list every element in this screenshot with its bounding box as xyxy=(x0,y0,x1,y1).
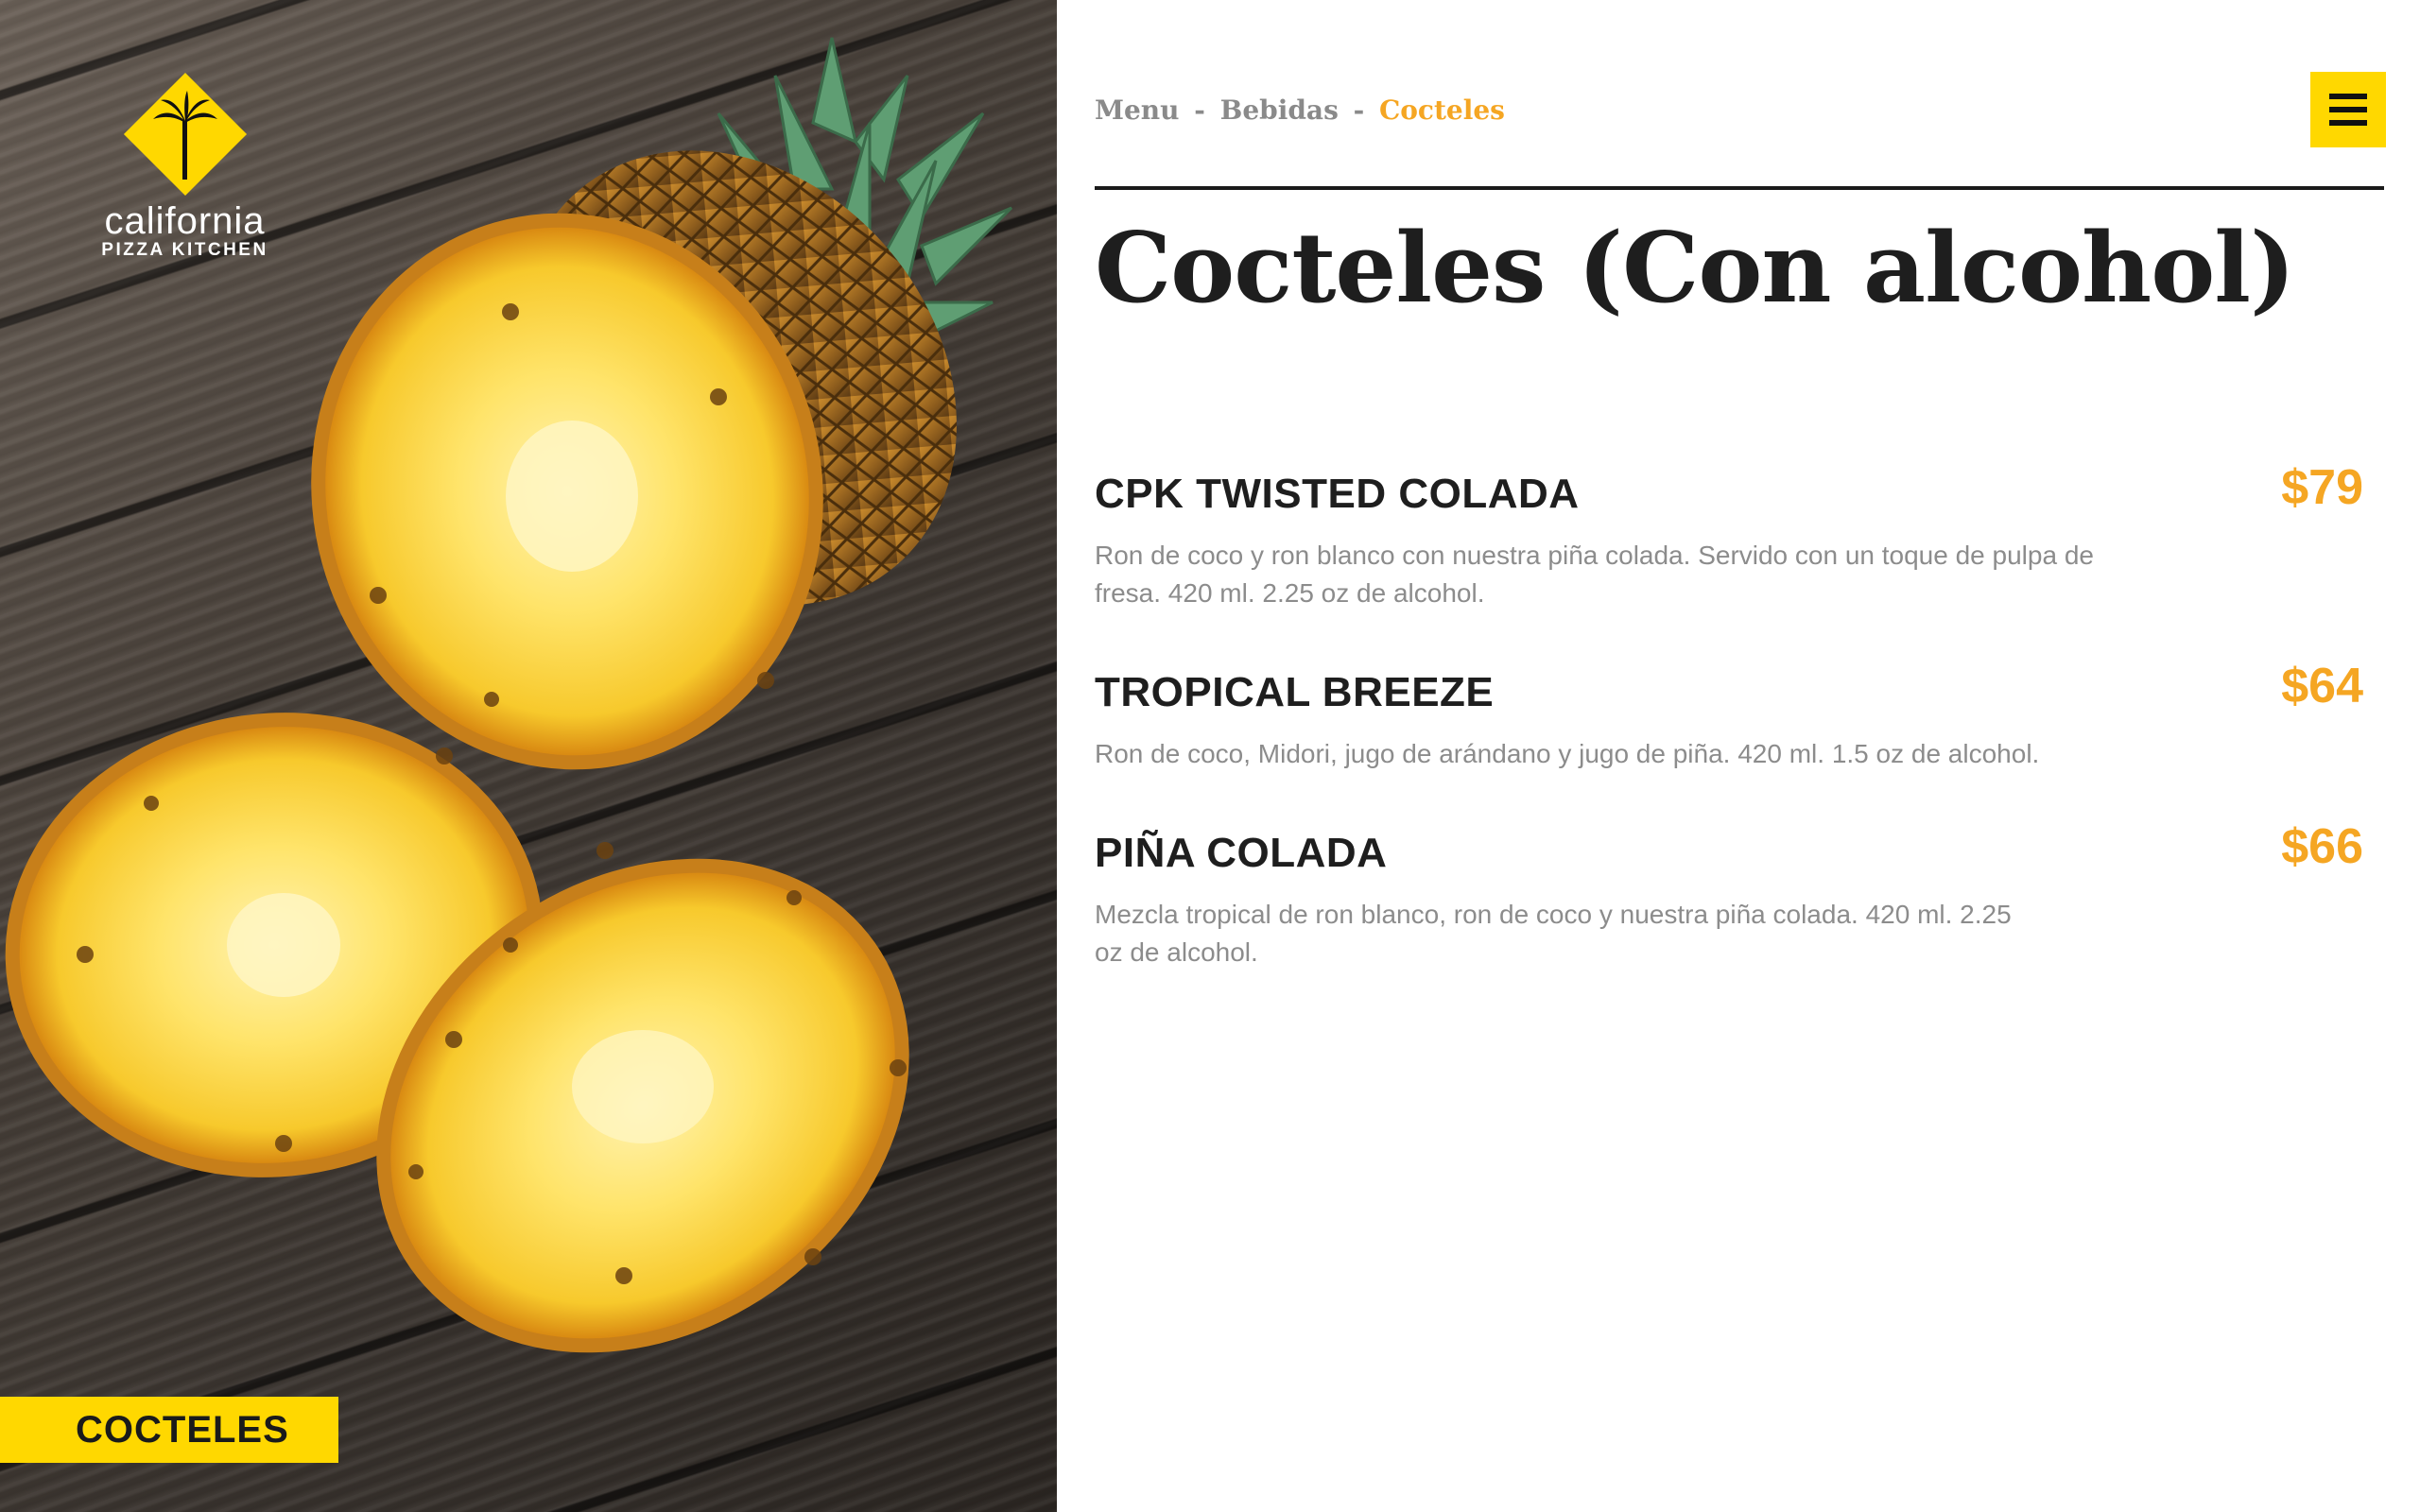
menu-item-name: CPK TWISTED COLADA xyxy=(1095,471,1580,517)
page-title: Cocteles (Con alcohol) xyxy=(1095,212,2295,325)
breadcrumb-current: Cocteles xyxy=(1378,94,1505,126)
menu-content: Menu - Bebidas - Cocteles Cocteles (Con … xyxy=(1095,0,2386,1512)
hamburger-menu-button[interactable] xyxy=(2310,72,2386,147)
menu-item-price: $66 xyxy=(2281,819,2363,874)
breadcrumb-separator: - xyxy=(1194,94,1205,126)
logo-wordmark: california xyxy=(104,200,266,242)
menu-item-description: Ron de coco, Midori, jugo de arándano y … xyxy=(1095,739,2040,768)
category-tag: COCTELES xyxy=(0,1397,338,1463)
menu-item-price: $79 xyxy=(2281,460,2363,515)
breadcrumb-link-bebidas[interactable]: Bebidas xyxy=(1220,94,1339,126)
hero-image-panel: california PIZZA KITCHEN COCTELES xyxy=(0,0,1057,1512)
menu-item-description: Mezcla tropical de ron blanco, ron de co… xyxy=(1095,900,2012,967)
menu-item-name: PIÑA COLADA xyxy=(1095,830,1388,876)
header-divider xyxy=(1095,186,2384,190)
menu-item-description: Ron de coco y ron blanco con nuestra piñ… xyxy=(1095,541,2094,608)
logo-subtitle: PIZZA KITCHEN xyxy=(101,240,268,260)
menu-item-price: $64 xyxy=(2281,659,2363,713)
breadcrumb: Menu - Bebidas - Cocteles xyxy=(1095,94,1505,126)
breadcrumb-separator: - xyxy=(1353,94,1365,126)
hamburger-menu-icon xyxy=(2329,94,2367,126)
breadcrumb-link-menu[interactable]: Menu xyxy=(1095,94,1180,126)
palm-tree-icon xyxy=(123,72,248,197)
menu-item-name: TROPICAL BREEZE xyxy=(1095,669,1495,715)
